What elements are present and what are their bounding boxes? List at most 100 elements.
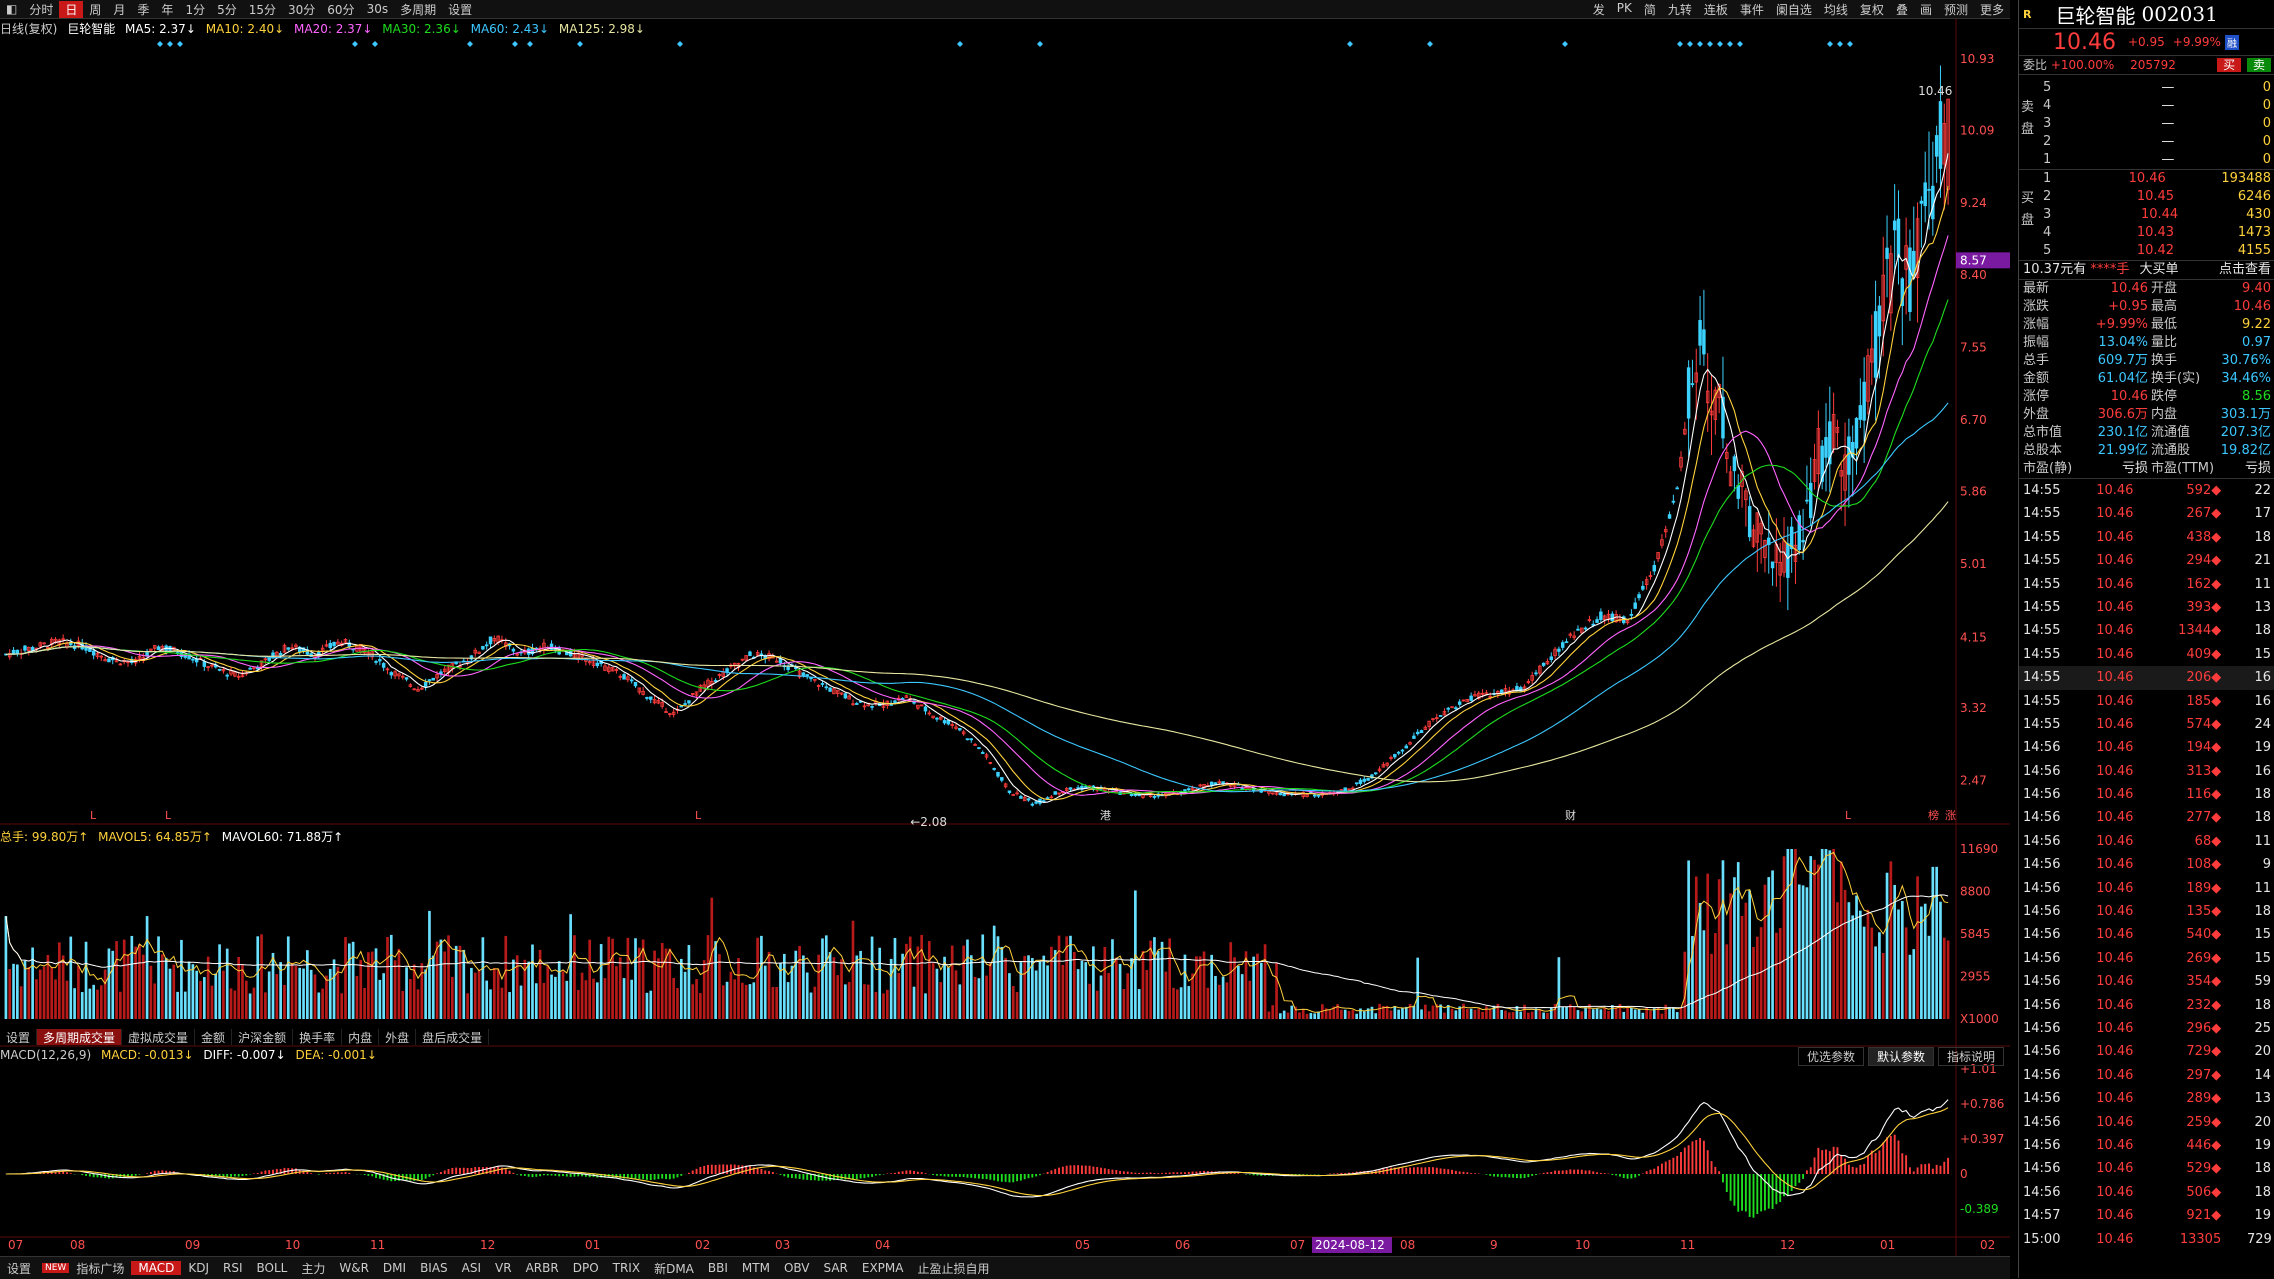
indicator-tab[interactable]: MTM (735, 1261, 777, 1275)
event-marker[interactable]: L (90, 809, 97, 822)
buy-button[interactable]: 买 (2217, 58, 2242, 72)
ask-row[interactable]: 5 — 0 (2019, 79, 2274, 97)
event-marker[interactable]: 财 (1565, 808, 1576, 822)
indicator-tab[interactable]: BBI (701, 1261, 735, 1275)
indicator-tab[interactable]: OBV (777, 1261, 817, 1275)
indicator-tab[interactable]: DPO (566, 1261, 606, 1275)
menu-icon[interactable]: ◧ (0, 2, 23, 16)
macd-param-button[interactable]: 指标说明 (1937, 1047, 2004, 1066)
ask-row[interactable]: 4 — 0 (2019, 97, 2274, 115)
toolbar-right-item[interactable]: 阑自选 (1770, 1, 1818, 18)
indicator-tab[interactable]: 指标广场 (69, 1260, 131, 1277)
volume-bar (1118, 963, 1122, 1019)
tick-price: 10.46 (2096, 1161, 2134, 1177)
indicator-tab[interactable]: SAR (816, 1261, 854, 1275)
tick-price: 10.46 (2096, 974, 2134, 990)
volume-bar (1454, 1010, 1458, 1019)
period-tab[interactable]: 分时 (23, 1, 59, 18)
period-tab[interactable]: 多周期 (394, 1, 442, 18)
toolbar-right-item[interactable]: 画 (1914, 1, 1938, 18)
indicator-tab[interactable]: EXPMA (855, 1261, 911, 1275)
period-tab[interactable]: 设置 (442, 1, 478, 18)
candle-body (481, 646, 485, 650)
tick-time: 14:55 (2023, 506, 2061, 522)
period-tab[interactable]: 15分 (243, 1, 282, 18)
indicator-tab[interactable]: 设置 (0, 1260, 38, 1277)
indicator-tab[interactable]: ASI (455, 1261, 488, 1275)
toolbar-right-item[interactable]: 简 (1638, 1, 1662, 18)
candle-body (1629, 613, 1634, 616)
period-tab[interactable]: 30分 (282, 1, 321, 18)
kline-chart-area[interactable]: 10.93 10.09 9.24 8.40 7.55 6.70 5.86 5.01 4.15 3.… (0, 18, 2010, 1258)
period-tab[interactable]: 30s (361, 2, 395, 16)
period-tab[interactable]: 60分 (321, 1, 360, 18)
volume-bar (1301, 1009, 1305, 1019)
indicator-tab[interactable]: BIAS (413, 1261, 455, 1275)
event-marker[interactable]: 港 (1100, 809, 1111, 822)
bid-row[interactable]: 3 10.44 430 (2019, 206, 2274, 224)
period-tab[interactable]: 周 (83, 1, 107, 18)
indicator-tab[interactable]: DMI (376, 1261, 413, 1275)
period-tab[interactable]: 5分 (211, 1, 243, 18)
indicator-tab[interactable]: 新DMA (647, 1260, 701, 1277)
candle-body (1499, 689, 1504, 694)
bid-row[interactable]: 1 10.46 193488 (2019, 170, 2274, 188)
indicator-tab[interactable]: 主力 (294, 1260, 332, 1277)
volume-tab[interactable]: 多周期成交量 (37, 1029, 123, 1045)
toolbar-right-item[interactable]: 九转 (1662, 1, 1698, 18)
tick-row: 14:56 10.46 116◆ 18 (2019, 783, 2274, 806)
volume-tab[interactable]: 虚拟成交量 (122, 1029, 196, 1045)
volume-tab[interactable]: 设置 (0, 1029, 38, 1045)
indicator-tab[interactable]: ARBR (519, 1261, 566, 1275)
event-marker[interactable]: L (1845, 809, 1852, 822)
tick-row: 14:56 10.46 289◆ 13 (2019, 1087, 2274, 1110)
indicator-tab[interactable]: MACD (131, 1261, 182, 1275)
volume-tab[interactable]: 换手率 (293, 1029, 343, 1045)
ask-row[interactable]: 1 — 0 (2019, 151, 2274, 169)
volume-tab[interactable]: 金额 (195, 1029, 233, 1045)
macd-param-button[interactable]: 默认参数 (1867, 1047, 1934, 1066)
indicator-tab[interactable]: KDJ (181, 1261, 216, 1275)
toolbar-right-item[interactable]: 预测 (1938, 1, 1974, 18)
period-tab[interactable]: 季 (131, 1, 155, 18)
indicator-tab[interactable]: TRIX (606, 1261, 647, 1275)
indicator-tab[interactable]: BOLL (250, 1261, 295, 1275)
tick-list[interactable]: 14:55 10.46 592◆ 22 14:55 10.46 267◆ 17 14:55 10.… (2019, 478, 2274, 1251)
toolbar-right-item[interactable]: 复权 (1854, 1, 1890, 18)
volume-tab[interactable]: 沪深金额 (232, 1029, 294, 1045)
toolbar-right-item[interactable]: 事件 (1734, 1, 1770, 18)
period-tab[interactable]: 月 (107, 1, 131, 18)
volume-tab[interactable]: 盘后成交量 (416, 1029, 490, 1045)
period-tab[interactable]: 日 (59, 0, 84, 18)
volume-tab[interactable]: 外盘 (379, 1029, 417, 1045)
sell-button[interactable]: 卖 (2246, 58, 2271, 72)
toolbar-right-item[interactable]: PK (1611, 1, 1638, 18)
candle-body (1129, 793, 1134, 797)
event-marker[interactable]: 榜 (1928, 808, 1939, 822)
period-tab[interactable]: 年 (155, 1, 179, 18)
toolbar-right-item[interactable]: 叠 (1890, 1, 1914, 18)
event-marker[interactable]: 涨 (1945, 809, 1956, 822)
bigorder-link[interactable]: 点击查看 (2219, 261, 2271, 279)
toolbar-right-item[interactable]: 发 (1587, 1, 1611, 18)
volume-bar (1179, 987, 1183, 1019)
ask-row[interactable]: 3 — 0 (2019, 115, 2274, 133)
macd-param-button[interactable]: 优选参数 (1797, 1047, 1864, 1066)
bid-row[interactable]: 4 10.43 1473 (2019, 224, 2274, 242)
toolbar-right-item[interactable]: 连板 (1698, 1, 1734, 18)
bid-row[interactable]: 5 10.42 4155 (2019, 242, 2274, 260)
candle-body (843, 693, 848, 699)
event-marker[interactable]: L (695, 809, 702, 822)
indicator-tab[interactable]: 止盈止损自用 (910, 1260, 996, 1277)
bid-row[interactable]: 2 10.45 6246 (2019, 188, 2274, 206)
event-marker[interactable]: L (165, 809, 172, 822)
period-tab[interactable]: 1分 (179, 1, 211, 18)
indicator-tab[interactable]: RSI (216, 1261, 250, 1275)
ask-row[interactable]: 2 — 0 (2019, 133, 2274, 151)
indicator-tab[interactable]: VR (488, 1261, 519, 1275)
toolbar-right-item[interactable]: 均线 (1818, 1, 1854, 18)
volume-tab[interactable]: 内盘 (342, 1029, 380, 1045)
toolbar-right-item[interactable]: 更多 (1974, 1, 2010, 18)
tick-price: 10.46 (2096, 483, 2134, 498)
indicator-tab[interactable]: W&R (332, 1261, 376, 1275)
